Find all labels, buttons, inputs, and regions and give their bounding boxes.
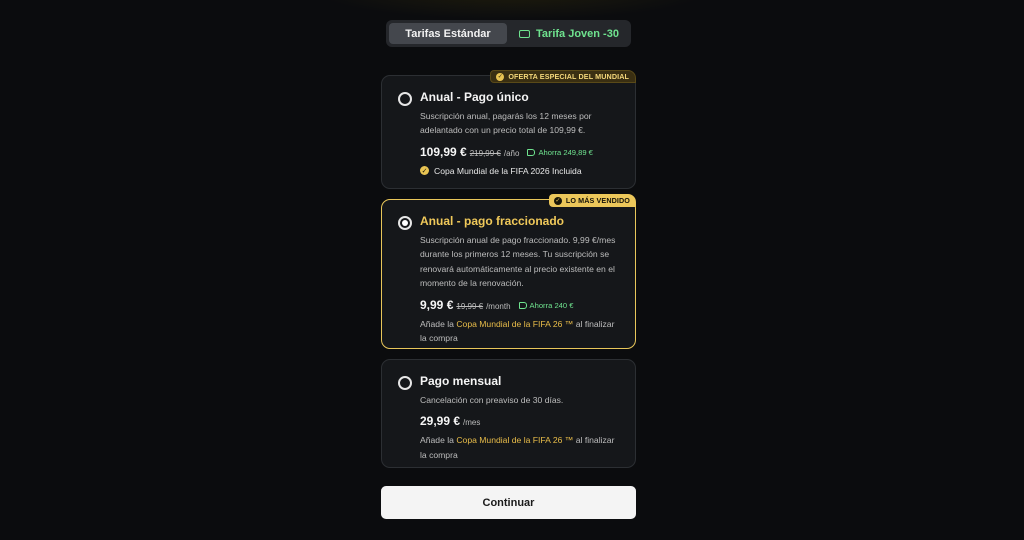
plan-card-annual-single[interactable]: ✓ OFERTA ESPECIAL DEL MUNDIAL Anual - Pa…: [381, 70, 636, 189]
tab-standard[interactable]: Tarifas Estándar: [389, 23, 507, 44]
tag-icon: [518, 301, 527, 309]
plan-description: Cancelación con preaviso de 30 días.: [420, 395, 564, 405]
plan-title: Anual - Pago único: [420, 90, 529, 104]
price-period: /month: [486, 301, 511, 311]
badge-label: OFERTA ESPECIAL DEL MUNDIAL: [508, 72, 629, 81]
plan-type-tabs: Tarifas Estándar Tarifa Joven -30: [386, 20, 631, 47]
price-period: /mes: [463, 418, 481, 428]
plan-radio[interactable]: [398, 92, 412, 106]
check-badge-icon: ✓: [496, 72, 505, 81]
savings-label: Ahorra 240 €: [529, 300, 574, 310]
ticket-icon: [519, 29, 531, 38]
addon-prefix: Añade la: [420, 435, 457, 446]
tab-young-label: Tarifa Joven -30: [536, 27, 619, 40]
tab-young[interactable]: Tarifa Joven -30: [510, 23, 628, 44]
price-row: 29,99 € /mes: [420, 414, 621, 428]
best-seller-badge: ✓ LO MÁS VENDIDO: [548, 194, 636, 207]
plan-card-monthly[interactable]: Pago mensual Cancelación con preaviso de…: [381, 359, 636, 468]
plan-card-annual-installments[interactable]: ✓ LO MÁS VENDIDO Anual - pago fraccionad…: [381, 194, 636, 349]
plan-price: 109,99 €: [420, 144, 467, 159]
plan-title: Anual - pago fraccionado: [420, 214, 565, 228]
plan-price: 9,99 €: [420, 297, 454, 312]
check-circle-icon: ✓: [420, 166, 429, 176]
price-row: 109,99 € 219,99 € /año Ahorra 249,89 €: [420, 145, 621, 159]
savings-label: Ahorra 249,89 €: [538, 147, 593, 157]
top-glow: [312, 0, 712, 20]
addon-highlight: Copa Mundial de la FIFA 26 ™: [456, 318, 574, 329]
plan-radio[interactable]: [398, 216, 412, 230]
check-badge-icon: ✓: [553, 196, 562, 205]
plan-price: 29,99 €: [420, 414, 461, 429]
plan-radio[interactable]: [398, 376, 412, 390]
tab-standard-label: Tarifas Estándar: [405, 27, 491, 40]
plan-title: Pago mensual: [420, 374, 502, 388]
continue-button[interactable]: Continuar: [381, 486, 636, 519]
addon-note: Añade la Copa Mundial de la FIFA 26 ™ al…: [420, 317, 621, 346]
included-label: Copa Mundial de la FIFA 2026 Incluida: [434, 165, 582, 176]
special-offer-badge: ✓ OFERTA ESPECIAL DEL MUNDIAL: [490, 70, 636, 83]
badge-label: LO MÁS VENDIDO: [565, 196, 630, 205]
old-price: 219,99 €: [469, 148, 501, 158]
plan-description: Suscripción anual de pago fraccionado. 9…: [420, 235, 616, 289]
addon-prefix: Añade la: [420, 318, 457, 329]
price-period: /año: [503, 148, 520, 158]
price-row: 9,99 € 19,99 € /month Ahorra 240 €: [420, 298, 621, 312]
savings-tag: Ahorra 249,89 €: [527, 147, 593, 157]
savings-tag: Ahorra 240 €: [518, 300, 574, 310]
plan-description: Suscripción anual, pagarás los 12 meses …: [420, 111, 592, 136]
old-price: 19,99 €: [456, 301, 484, 311]
included-row: ✓ Copa Mundial de la FIFA 2026 Incluida: [420, 166, 621, 176]
tag-icon: [527, 148, 536, 156]
addon-highlight: Copa Mundial de la FIFA 26 ™: [456, 435, 574, 446]
addon-note: Añade la Copa Mundial de la FIFA 26 ™ al…: [420, 433, 621, 462]
